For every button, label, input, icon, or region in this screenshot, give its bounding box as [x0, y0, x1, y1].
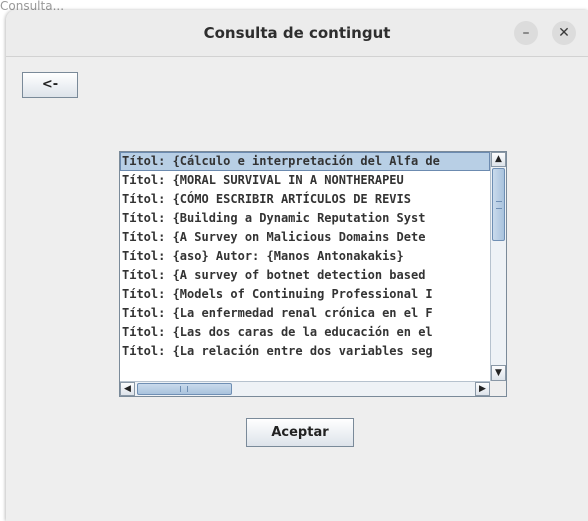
grip-icon — [496, 201, 502, 209]
accept-button[interactable]: Aceptar — [246, 418, 354, 447]
list-item[interactable]: Títol: {A Survey on Malicious Domains De… — [120, 228, 490, 247]
minimize-icon: – — [522, 25, 530, 41]
scroll-left-arrow-icon[interactable]: ◀ — [120, 382, 135, 396]
list-item[interactable]: Títol: {La relación entre dos variables … — [120, 342, 490, 361]
content-list[interactable]: Títol: {Cálculo e interpretación del Alf… — [119, 151, 507, 397]
list-items-area[interactable]: Títol: {Cálculo e interpretación del Alf… — [120, 152, 490, 381]
list-item[interactable]: Títol: {Building a Dynamic Reputation Sy… — [120, 209, 490, 228]
list-item[interactable]: Títol: {aso} Autor: {Manos Antonakakis} — [120, 247, 490, 266]
title-bar[interactable]: Consulta de contingut – ✕ — [6, 10, 588, 57]
horizontal-scrollbar[interactable]: ◀ ▶ — [120, 381, 490, 396]
list-item[interactable]: Títol: {Las dos caras de la educación en… — [120, 323, 490, 342]
scroll-right-arrow-icon[interactable]: ▶ — [475, 382, 490, 396]
list-item[interactable]: Títol: {A survey of botnet detection bas… — [120, 266, 490, 285]
close-icon: ✕ — [558, 25, 570, 41]
scrollbar-corner — [490, 381, 506, 396]
grip-icon — [180, 386, 188, 392]
list-item[interactable]: Títol: {Models of Continuing Professiona… — [120, 285, 490, 304]
scroll-up-arrow-icon[interactable]: ▲ — [491, 152, 506, 167]
vertical-scroll-thumb[interactable] — [492, 168, 505, 241]
scroll-down-arrow-icon[interactable]: ▼ — [491, 365, 506, 381]
vertical-scrollbar[interactable]: ▲ ▼ — [490, 152, 506, 381]
list-item[interactable]: Títol: {La enfermedad renal crónica en e… — [120, 304, 490, 323]
horizontal-scroll-thumb[interactable] — [137, 383, 232, 395]
back-button[interactable]: <- — [22, 72, 78, 98]
dialog-window: Consulta de contingut – ✕ <- Títol: {Cál… — [6, 10, 588, 521]
list-item[interactable]: Títol: {Cálculo e interpretación del Alf… — [120, 152, 490, 171]
window-title: Consulta de contingut — [203, 24, 391, 42]
minimize-button[interactable]: – — [514, 21, 538, 45]
close-button[interactable]: ✕ — [552, 21, 576, 45]
list-item[interactable]: Títol: {CÓMO ESCRIBIR ARTÍCULOS DE REVIS — [120, 190, 490, 209]
list-item[interactable]: Títol: {MORAL SURVIVAL IN A NONTHERAPEU — [120, 171, 490, 190]
